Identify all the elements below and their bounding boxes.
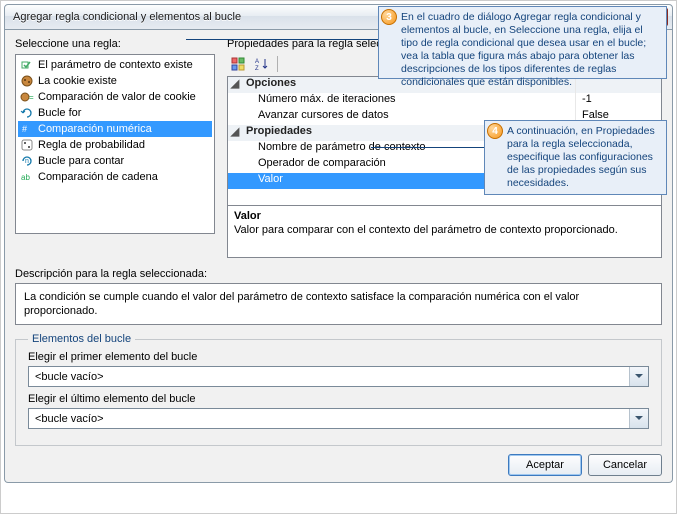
svg-text:A: A [255,59,259,65]
rule-item[interactable]: La cookie existe [18,73,212,89]
rule-item-label: Comparación numérica [38,122,152,136]
collapse-icon[interactable]: ◢ [228,125,242,141]
last-element-label: Elegir el último elemento del bucle [28,393,196,405]
svg-text:Z: Z [255,66,259,71]
sort-az-button[interactable]: AZ [251,54,273,74]
probability-icon [20,138,34,152]
rule-item-label: Comparación de valor de cookie [38,90,196,104]
svg-text:n: n [25,158,29,165]
svg-text:ab: ab [21,173,30,182]
cancel-button[interactable]: Cancelar [588,454,662,476]
categorize-button[interactable] [227,54,249,74]
for-loop-icon [20,106,34,120]
property-description-title: Valor [234,210,655,222]
rule-item-label: El parámetro de contexto existe [38,58,193,72]
rule-item-label: Bucle para contar [38,154,124,168]
callout-3: 3 En el cuadro de diálogo Agregar regla … [378,6,667,79]
dialog-button-bar: Aceptar Cancelar [15,446,662,476]
rule-item[interactable]: Regla de probabilidad [18,137,212,153]
rule-item-label: Bucle for [38,106,81,120]
count-loop-icon: n [20,154,34,168]
loop-group-label: Elementos del bucle [28,333,135,345]
numeric-compare-icon: # [20,122,34,136]
rule-item-selected[interactable]: # Comparación numérica [18,121,212,137]
callout-text: En el cuadro de diálogo Agregar regla co… [401,11,646,88]
rule-item-label: La cookie existe [38,74,117,88]
first-element-combo[interactable]: <bucle vacío> [28,366,649,387]
toolbar-separator [277,56,278,72]
rule-list[interactable]: El parámetro de contexto existe La cooki… [15,54,215,234]
last-element-combo[interactable]: <bucle vacío> [28,408,649,429]
rule-item[interactable]: El parámetro de contexto existe [18,57,212,73]
svg-text:#: # [22,124,27,134]
prop-key: Número máx. de iteraciones [242,93,576,109]
select-rule-label: Seleccione una regla: [15,38,215,50]
callout-4: 4 A continuación, en Propiedades para la… [484,120,667,195]
propgrid-row[interactable]: Número máx. de iteraciones-1 [228,93,661,109]
prop-value[interactable]: -1 [576,93,661,109]
rule-item[interactable]: n Bucle para contar [18,153,212,169]
combo-value[interactable]: <bucle vacío> [28,366,649,387]
cookie-compare-icon: = [20,90,34,104]
rule-description-text: La condición se cumple cuando el valor d… [15,283,662,325]
rule-item[interactable]: = Comparación de valor de cookie [18,89,212,105]
rule-item-label: Comparación de cadena [38,170,158,184]
combo-value[interactable]: <bucle vacío> [28,408,649,429]
rule-item[interactable]: ab Comparación de cadena [18,169,212,185]
callout-number-icon: 3 [381,9,397,25]
svg-text:=: = [29,93,34,102]
rule-item-label: Regla de probabilidad [38,138,145,152]
property-description-panel: Valor Valor para comparar con el context… [227,206,662,258]
rule-item[interactable]: Bucle for [18,105,212,121]
first-element-label: Elegir el primer elemento del bucle [28,351,197,363]
chevron-down-icon[interactable] [629,409,648,428]
context-param-icon [20,58,34,72]
rule-description-label: Descripción para la regla seleccionada: [15,268,662,280]
loop-elements-group: Elementos del bucle Elegir el primer ele… [15,333,662,446]
property-description-body: Valor para comparar con el contexto del … [234,224,655,236]
collapse-icon[interactable]: ◢ [228,77,242,93]
string-compare-icon: ab [20,170,34,184]
ok-button[interactable]: Aceptar [508,454,582,476]
cookie-icon [20,74,34,88]
callout-number-icon: 4 [487,123,503,139]
callout-text: A continuación, en Propiedades para la r… [507,125,655,189]
chevron-down-icon[interactable] [629,367,648,386]
